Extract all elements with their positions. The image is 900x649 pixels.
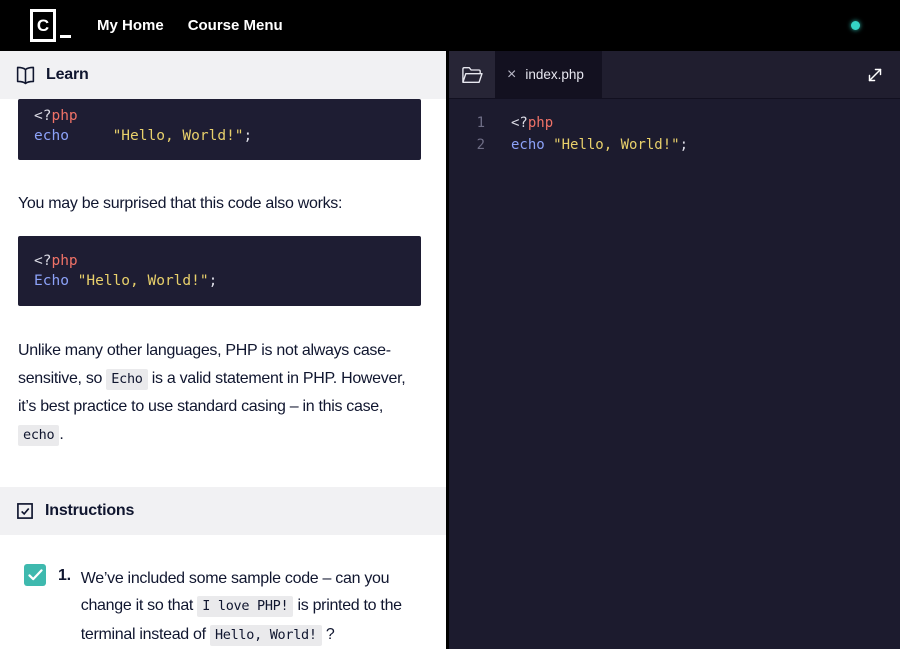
lesson-content: <?phpecho "Hello, World!"; You may be su… <box>0 99 446 449</box>
code-editor-panel: × index.php 1 <?php 2 echo "Hello, World!"; <box>446 51 900 649</box>
instruction-step-1: 1. We’ve included some sample code – can… <box>0 535 446 649</box>
editor-line: 2 echo "Hello, World!"; <box>449 134 900 156</box>
learn-title: Learn <box>46 66 89 84</box>
book-icon <box>15 66 36 85</box>
learn-section-header: Learn <box>0 51 446 99</box>
lesson-paragraph: Unlike many other languages, PHP is not … <box>18 337 421 449</box>
tab-filename: index.php <box>525 67 584 82</box>
code-line: <?php <box>34 251 405 271</box>
status-dot <box>851 21 860 30</box>
main-split: Learn <?phpecho "Hello, World!"; You may… <box>0 51 900 649</box>
step-text: We’ve included some sample code – can yo… <box>81 565 428 649</box>
step-number: 1. <box>58 567 71 585</box>
step-checkbox-checked[interactable] <box>24 564 46 586</box>
checkbox-icon <box>15 501 35 521</box>
line-code: <?php <box>511 112 553 134</box>
lesson-paragraph: You may be surprised that this code also… <box>18 190 421 218</box>
editor-line: 1 <?php <box>449 112 900 134</box>
expand-editor-button[interactable] <box>858 58 892 92</box>
inline-code: I love PHP! <box>197 596 293 617</box>
code-line: <?php <box>34 106 405 126</box>
nav-item-course-menu[interactable]: Course Menu <box>176 7 295 44</box>
logo-underscore <box>60 35 71 38</box>
code-line: echo "Hello, World!"; <box>34 126 405 146</box>
check-icon <box>28 569 43 581</box>
nav-item-my-home[interactable]: My Home <box>85 7 176 44</box>
close-tab-icon[interactable]: × <box>507 67 516 83</box>
line-code: echo "Hello, World!"; <box>511 134 688 156</box>
folder-icon <box>461 65 483 85</box>
inline-code: Hello, World! <box>210 625 322 646</box>
instructions-title: Instructions <box>45 502 134 520</box>
inline-code: echo <box>18 425 59 446</box>
lesson-gap <box>0 449 446 487</box>
code-editor-area[interactable]: 1 <?php 2 echo "Hello, World!"; <box>449 99 900 649</box>
lesson-panel: Learn <?phpecho "Hello, World!"; You may… <box>0 51 446 649</box>
logo-letter: C <box>30 9 56 42</box>
code-example-2: <?phpEcho "Hello, World!"; <box>18 236 421 306</box>
editor-toolbar: × index.php <box>449 51 900 99</box>
codecademy-logo[interactable]: C <box>30 9 71 42</box>
code-example-1: <?phpecho "Hello, World!"; <box>18 99 421 160</box>
instructions-section-header[interactable]: Instructions <box>0 487 446 535</box>
file-tree-button[interactable] <box>449 51 495 98</box>
inline-code: Echo <box>106 369 147 390</box>
code-line: Echo "Hello, World!"; <box>34 271 405 291</box>
line-number: 1 <box>449 112 485 134</box>
top-navigation-bar: C My Home Course Menu <box>0 0 900 51</box>
line-number: 2 <box>449 134 485 156</box>
top-nav: My Home Course Menu <box>85 7 295 44</box>
expand-icon <box>864 64 886 86</box>
editor-tab-index-php[interactable]: × index.php <box>495 51 602 98</box>
